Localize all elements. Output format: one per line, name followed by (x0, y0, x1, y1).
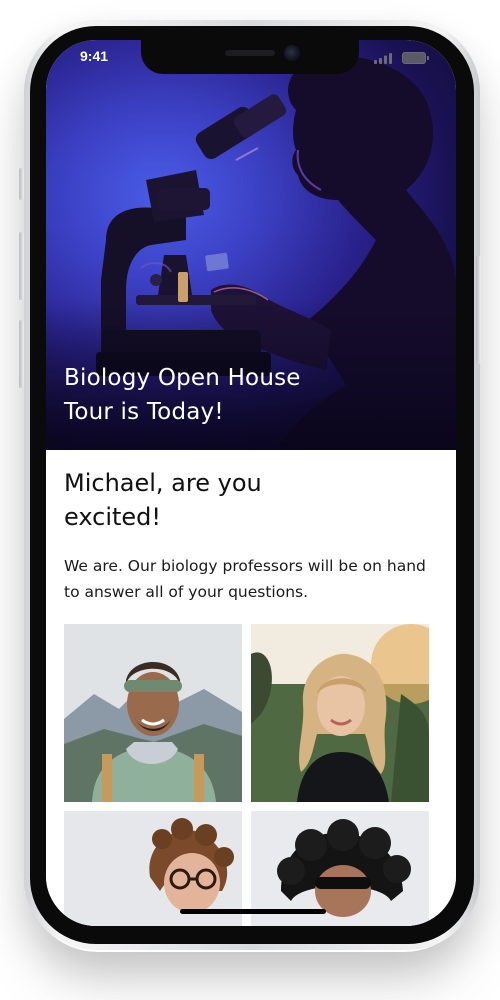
professor-2-image (251, 624, 429, 802)
power-button (476, 256, 481, 364)
greeting-heading: Michael, are you excited! (64, 469, 262, 531)
intro-text: We are. Our biology professors will be o… (64, 557, 426, 601)
status-time: 9:41 (80, 48, 109, 64)
mute-switch (19, 168, 24, 200)
hero-title: Biology Open House Tour is Today! (64, 365, 301, 425)
main-content: Michael, are you excited! We are. Our bi… (46, 450, 456, 926)
professor-1-image (64, 624, 242, 802)
volume-up-button (19, 232, 24, 300)
home-indicator[interactable] (180, 909, 326, 914)
front-camera (284, 45, 300, 61)
battery-icon (402, 52, 429, 64)
hero-banner: 9:41 Biology Open House Tour is Today! (46, 40, 456, 450)
speaker-grille (225, 50, 275, 56)
professor-photo-2[interactable] (251, 624, 429, 802)
volume-down-button (19, 320, 24, 388)
professor-photo-1[interactable] (64, 624, 242, 802)
phone-screen: 9:41 Biology Open House Tour is Today! M… (46, 40, 456, 926)
signal-icon (374, 53, 392, 64)
phone-notch (141, 40, 359, 74)
